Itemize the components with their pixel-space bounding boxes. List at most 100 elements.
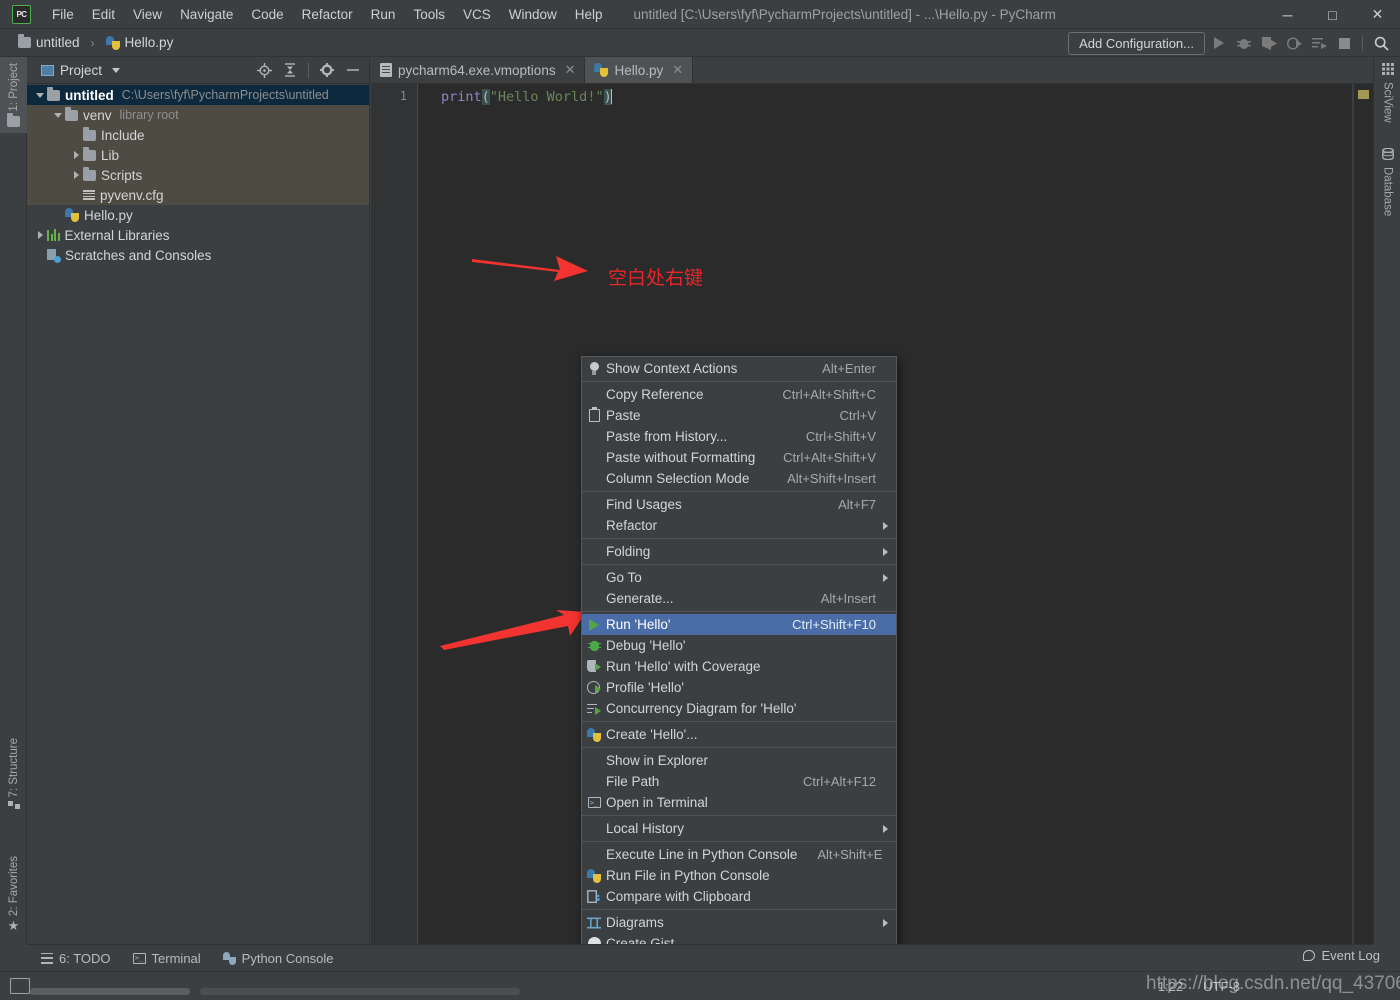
- run-icon[interactable]: [1208, 32, 1230, 54]
- breadcrumb[interactable]: untitled › Hello.py: [18, 34, 174, 50]
- stop-icon[interactable]: [1333, 32, 1355, 54]
- menu-separator: [582, 909, 896, 910]
- event-log-button[interactable]: Event Log: [1303, 948, 1380, 963]
- breadcrumb-project[interactable]: untitled: [36, 35, 80, 50]
- profile-icon[interactable]: [1283, 32, 1305, 54]
- tree-row-untitled[interactable]: untitled C:\Users\fyf\PycharmProjects\un…: [27, 85, 369, 105]
- menu-view[interactable]: View: [124, 4, 171, 25]
- chevron-right-icon[interactable]: [69, 151, 83, 159]
- maximize-icon[interactable]: □: [1310, 0, 1355, 29]
- menu-item-concurrency-diagram-for-hello[interactable]: Concurrency Diagram for 'Hello': [582, 698, 896, 719]
- chevron-down-icon[interactable]: [51, 112, 65, 118]
- file-encoding[interactable]: UTF-8: [1203, 979, 1240, 994]
- tree-row-include[interactable]: Include: [27, 125, 369, 145]
- menu-item-paste[interactable]: Paste Ctrl+V: [582, 405, 896, 426]
- project-tree: untitled C:\Users\fyf\PycharmProjects\un…: [27, 84, 369, 265]
- close-icon[interactable]: ✕: [1355, 0, 1400, 29]
- chevron-right-icon[interactable]: [33, 231, 47, 239]
- menu-item-run-hello[interactable]: Run 'Hello' Ctrl+Shift+F10: [582, 614, 896, 635]
- menu-item-run-hello-with-coverage[interactable]: Run 'Hello' with Coverage: [582, 656, 896, 677]
- code-line-1[interactable]: print("Hello World!"): [419, 88, 1353, 106]
- menu-edit[interactable]: Edit: [83, 4, 124, 25]
- menu-item-compare-with-clipboard[interactable]: Compare with Clipboard: [582, 886, 896, 907]
- menu-item-show-context-actions[interactable]: Show Context Actions Alt+Enter: [582, 358, 896, 379]
- debug-icon[interactable]: [1233, 32, 1255, 54]
- breadcrumb-file[interactable]: Hello.py: [125, 35, 174, 50]
- concurrency-icon[interactable]: [1308, 32, 1330, 54]
- debug-icon: [582, 640, 606, 652]
- menu-item-paste-from-history[interactable]: Paste from History... Ctrl+Shift+V: [582, 426, 896, 447]
- menu-item-local-history[interactable]: Local History: [582, 818, 896, 839]
- tree-row-external-libraries[interactable]: External Libraries: [27, 225, 369, 245]
- hide-panel-icon[interactable]: [341, 59, 365, 81]
- folder-icon: [83, 146, 96, 161]
- sidebar-item-sciview[interactable]: SciView: [1374, 57, 1400, 129]
- add-configuration-button[interactable]: Add Configuration...: [1068, 31, 1205, 55]
- bottom-item-python-console[interactable]: Python Console: [222, 951, 333, 966]
- coverage-icon[interactable]: [1258, 32, 1280, 54]
- project-panel-title[interactable]: Project: [41, 63, 121, 78]
- tree-row-pyvenv-cfg[interactable]: pyvenv.cfg: [27, 185, 369, 205]
- tab-pycharm64-vmoptions[interactable]: pycharm64.exe.vmoptions ✕: [371, 57, 586, 83]
- menu-item-copy-reference[interactable]: Copy Reference Ctrl+Alt+Shift+C: [582, 384, 896, 405]
- tree-row-venv[interactable]: venv library root: [27, 105, 369, 125]
- menu-item-file-path[interactable]: File Path Ctrl+Alt+F12: [582, 771, 896, 792]
- folder-icon: [83, 126, 96, 141]
- menu-item-go-to[interactable]: Go To: [582, 567, 896, 588]
- sidebar-item-structure[interactable]: 7: Structure: [0, 732, 27, 821]
- sidebar-item-project[interactable]: 1: Project: [0, 57, 27, 133]
- locate-icon[interactable]: [252, 59, 276, 81]
- menu-item-diagrams[interactable]: Diagrams: [582, 912, 896, 933]
- terminal-icon: >_: [132, 952, 146, 964]
- toggle-toolbar-icon[interactable]: [10, 978, 30, 994]
- search-icon[interactable]: [1370, 32, 1392, 54]
- chevron-down-icon[interactable]: [33, 92, 47, 98]
- menu-item-column-selection-mode[interactable]: Column Selection Mode Alt+Shift+Insert: [582, 468, 896, 489]
- close-icon[interactable]: ✕: [672, 62, 683, 78]
- sidebar-item-database[interactable]: Database: [1374, 142, 1400, 222]
- sidebar-item-favorites[interactable]: 2: Favorites ★: [0, 850, 27, 937]
- tab-hello-py[interactable]: Hello.py ✕: [585, 57, 694, 83]
- menu-item-label: Diagrams: [606, 915, 664, 930]
- gear-icon[interactable]: [315, 59, 339, 81]
- menu-run[interactable]: Run: [362, 4, 405, 25]
- menu-item-find-usages[interactable]: Find Usages Alt+F7: [582, 494, 896, 515]
- menu-vcs[interactable]: VCS: [454, 4, 500, 25]
- close-icon[interactable]: ✕: [565, 62, 576, 78]
- editor-gutter[interactable]: 1: [371, 84, 418, 944]
- menu-window[interactable]: Window: [500, 4, 566, 25]
- menu-item-create-hello[interactable]: Create 'Hello'...: [582, 724, 896, 745]
- horizontal-scrollbar-track[interactable]: [200, 988, 520, 995]
- menu-tools[interactable]: Tools: [404, 4, 454, 25]
- tree-row-scratches-and-consoles[interactable]: Scratches and Consoles: [27, 245, 369, 265]
- menu-item-profile-hello[interactable]: Profile 'Hello': [582, 677, 896, 698]
- editor-scrollbar[interactable]: [1353, 84, 1373, 944]
- chevron-right-icon[interactable]: [69, 171, 83, 179]
- menu-item-execute-line-in-python-console[interactable]: Execute Line in Python Console Alt+Shift…: [582, 844, 896, 865]
- menu-item-paste-without-formatting[interactable]: Paste without Formatting Ctrl+Alt+Shift+…: [582, 447, 896, 468]
- menu-item-generate[interactable]: Generate... Alt+Insert: [582, 588, 896, 609]
- chevron-down-icon[interactable]: [112, 67, 121, 73]
- horizontal-scrollbar[interactable]: [30, 988, 190, 995]
- menu-item-show-in-explorer[interactable]: Show in Explorer: [582, 750, 896, 771]
- bottom-item-todo[interactable]: 6: TODO: [41, 951, 111, 966]
- collapse-all-icon[interactable]: [278, 59, 302, 81]
- menu-item-open-in-terminal[interactable]: >_ Open in Terminal: [582, 792, 896, 813]
- minimize-icon[interactable]: ─: [1265, 0, 1310, 29]
- menu-item-refactor[interactable]: Refactor: [582, 515, 896, 536]
- menu-code[interactable]: Code: [242, 4, 292, 25]
- menu-help[interactable]: Help: [566, 4, 612, 25]
- caret-position[interactable]: 1:22: [1158, 979, 1183, 994]
- bottom-item-terminal[interactable]: >_ Terminal: [132, 951, 201, 966]
- menu-item-run-file-in-python-console[interactable]: Run File in Python Console: [582, 865, 896, 886]
- menu-navigate[interactable]: Navigate: [171, 4, 242, 25]
- left-tool-strip: 1: Project 7: Structure 2: Favorites ★: [0, 57, 27, 944]
- tree-row-lib[interactable]: Lib: [27, 145, 369, 165]
- tree-row-hello-py[interactable]: Hello.py: [27, 205, 369, 225]
- menu-item-folding[interactable]: Folding: [582, 541, 896, 562]
- menu-refactor[interactable]: Refactor: [293, 4, 362, 25]
- tree-row-scripts[interactable]: Scripts: [27, 165, 369, 185]
- menu-file[interactable]: File: [43, 4, 83, 25]
- menu-item-shortcut: Alt+Shift+Insert: [787, 471, 876, 486]
- menu-item-debug-hello[interactable]: Debug 'Hello': [582, 635, 896, 656]
